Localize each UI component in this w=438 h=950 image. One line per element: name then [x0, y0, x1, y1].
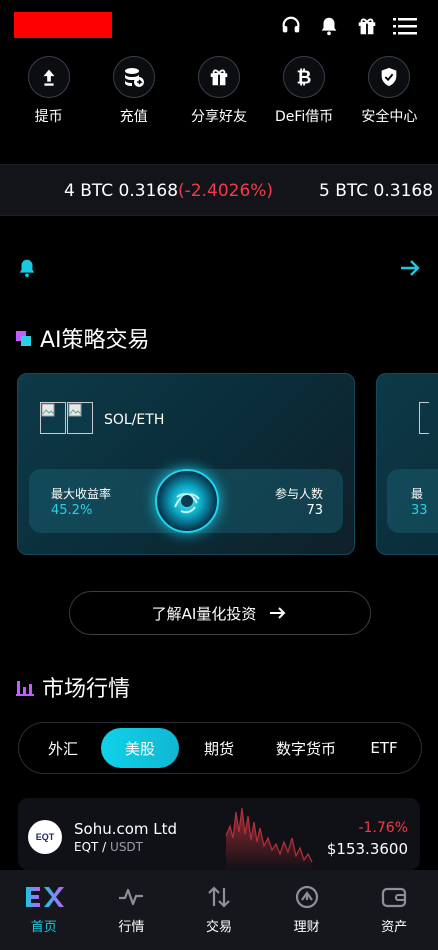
swap-icon — [208, 886, 230, 908]
tab-futures[interactable]: 期货 — [179, 728, 259, 768]
bar-chart-icon — [16, 681, 34, 696]
quick-action-defi[interactable]: ₿ DeFi借币 — [262, 56, 346, 132]
quick-action-share[interactable]: 分享好友 — [177, 56, 261, 132]
stat-label: 最 — [411, 487, 424, 501]
bottom-nav: 首页 行情 交易 理财 资产 — [0, 870, 438, 950]
quick-actions: 提币 充值 分享好友 ₿ DeFi借币 安全中心 — [0, 56, 438, 132]
nav-assets[interactable]: 资产 — [350, 870, 438, 950]
market-row[interactable]: EQT Sohu.com Ltd EQT / USDT -1.76% $153.… — [18, 798, 420, 870]
header-icons — [272, 14, 424, 38]
svg-text:₿: ₿ — [297, 67, 312, 88]
quick-action-withdraw[interactable]: 提币 — [7, 56, 91, 132]
quick-action-security[interactable]: 安全中心 — [347, 56, 431, 132]
home-logo-icon — [25, 887, 64, 907]
top-header — [0, 0, 438, 52]
coin-image-broken — [419, 402, 429, 434]
participants-value: 73 — [306, 503, 323, 518]
stock-name: Sohu.com Ltd — [74, 820, 178, 838]
notice-bell-icon — [19, 259, 35, 278]
ticker-item-price: 5 BTC 0.3168 — [319, 181, 434, 201]
arrow-right-icon[interactable] — [398, 256, 422, 280]
notice-bar[interactable] — [16, 254, 422, 282]
nav-finance[interactable]: 理财 — [263, 870, 351, 950]
stat-value: 33 — [411, 503, 428, 518]
tab-crypto[interactable]: 数字货币 — [259, 728, 353, 768]
gift-icon[interactable] — [348, 14, 386, 38]
ai-strategy-icon — [16, 331, 31, 346]
menu-icon[interactable] — [386, 14, 424, 38]
withdraw-icon — [27, 56, 70, 98]
stock-price: $153.3600 — [326, 840, 408, 858]
deposit-icon — [112, 56, 155, 98]
ticker-item-change: (-2.4026%) — [178, 181, 274, 201]
wallet-icon — [382, 887, 407, 908]
arrow-right-icon — [270, 607, 286, 619]
bell-icon[interactable] — [310, 14, 348, 38]
redacted-logo — [14, 12, 112, 38]
learn-ai-label: 了解AI量化投资 — [151, 604, 257, 623]
tab-forex[interactable]: 外汇 — [25, 728, 101, 768]
headset-icon[interactable] — [272, 14, 310, 38]
nav-home[interactable]: 首页 — [0, 870, 88, 950]
participants-label: 参与人数 — [274, 487, 323, 501]
nav-trade[interactable]: 交易 — [175, 870, 263, 950]
finance-icon — [295, 885, 318, 909]
stock-change: -1.76% — [358, 820, 408, 836]
nav-market[interactable]: 行情 — [88, 870, 176, 950]
pair-name: SOL/ETH — [104, 412, 165, 428]
coin-pair-images — [40, 402, 94, 434]
ai-section-title: AI策略交易 — [16, 322, 150, 354]
shield-icon — [368, 56, 411, 98]
market-section-title: 市场行情 — [16, 671, 130, 703]
learn-ai-button[interactable]: 了解AI量化投资 — [69, 591, 371, 635]
ai-orb-icon — [155, 469, 219, 533]
max-return-value: 45.2% — [51, 503, 93, 518]
sparkline-chart — [225, 807, 313, 870]
ai-strategy-card-peek[interactable]: 最 33 — [376, 373, 438, 555]
tab-etf[interactable]: ETF — [353, 728, 415, 768]
ticker-item-price: 4 BTC 0.3168 — [64, 181, 179, 201]
ai-strategy-card[interactable]: SOL/ETH 最大收益率 45.2% 参与人数 73 — [17, 373, 355, 555]
stock-logo: EQT — [28, 820, 62, 854]
price-ticker: 4 BTC 0.3168(-2.4026%) 5 BTC 0.3168 — [0, 164, 438, 216]
ticker-item[interactable]: 5 BTC 0.3168 — [319, 181, 433, 201]
ticker-item[interactable]: 4 BTC 0.3168(-2.4026%) — [64, 181, 273, 201]
quick-action-deposit[interactable]: 充值 — [92, 56, 176, 132]
market-tabs: 外汇 美股 期货 数字货币 ETF — [18, 722, 422, 774]
bitcoin-icon: ₿ — [283, 56, 326, 98]
pulse-icon — [119, 888, 144, 906]
gift-icon — [197, 56, 240, 98]
stats-box: 最 33 — [387, 469, 438, 533]
coin-image-broken — [67, 402, 93, 434]
coin-image-broken — [40, 402, 66, 434]
max-return-label: 最大收益率 — [51, 487, 112, 501]
tab-us-stocks[interactable]: 美股 — [101, 728, 179, 768]
stock-symbol: EQT / USDT — [74, 840, 144, 854]
